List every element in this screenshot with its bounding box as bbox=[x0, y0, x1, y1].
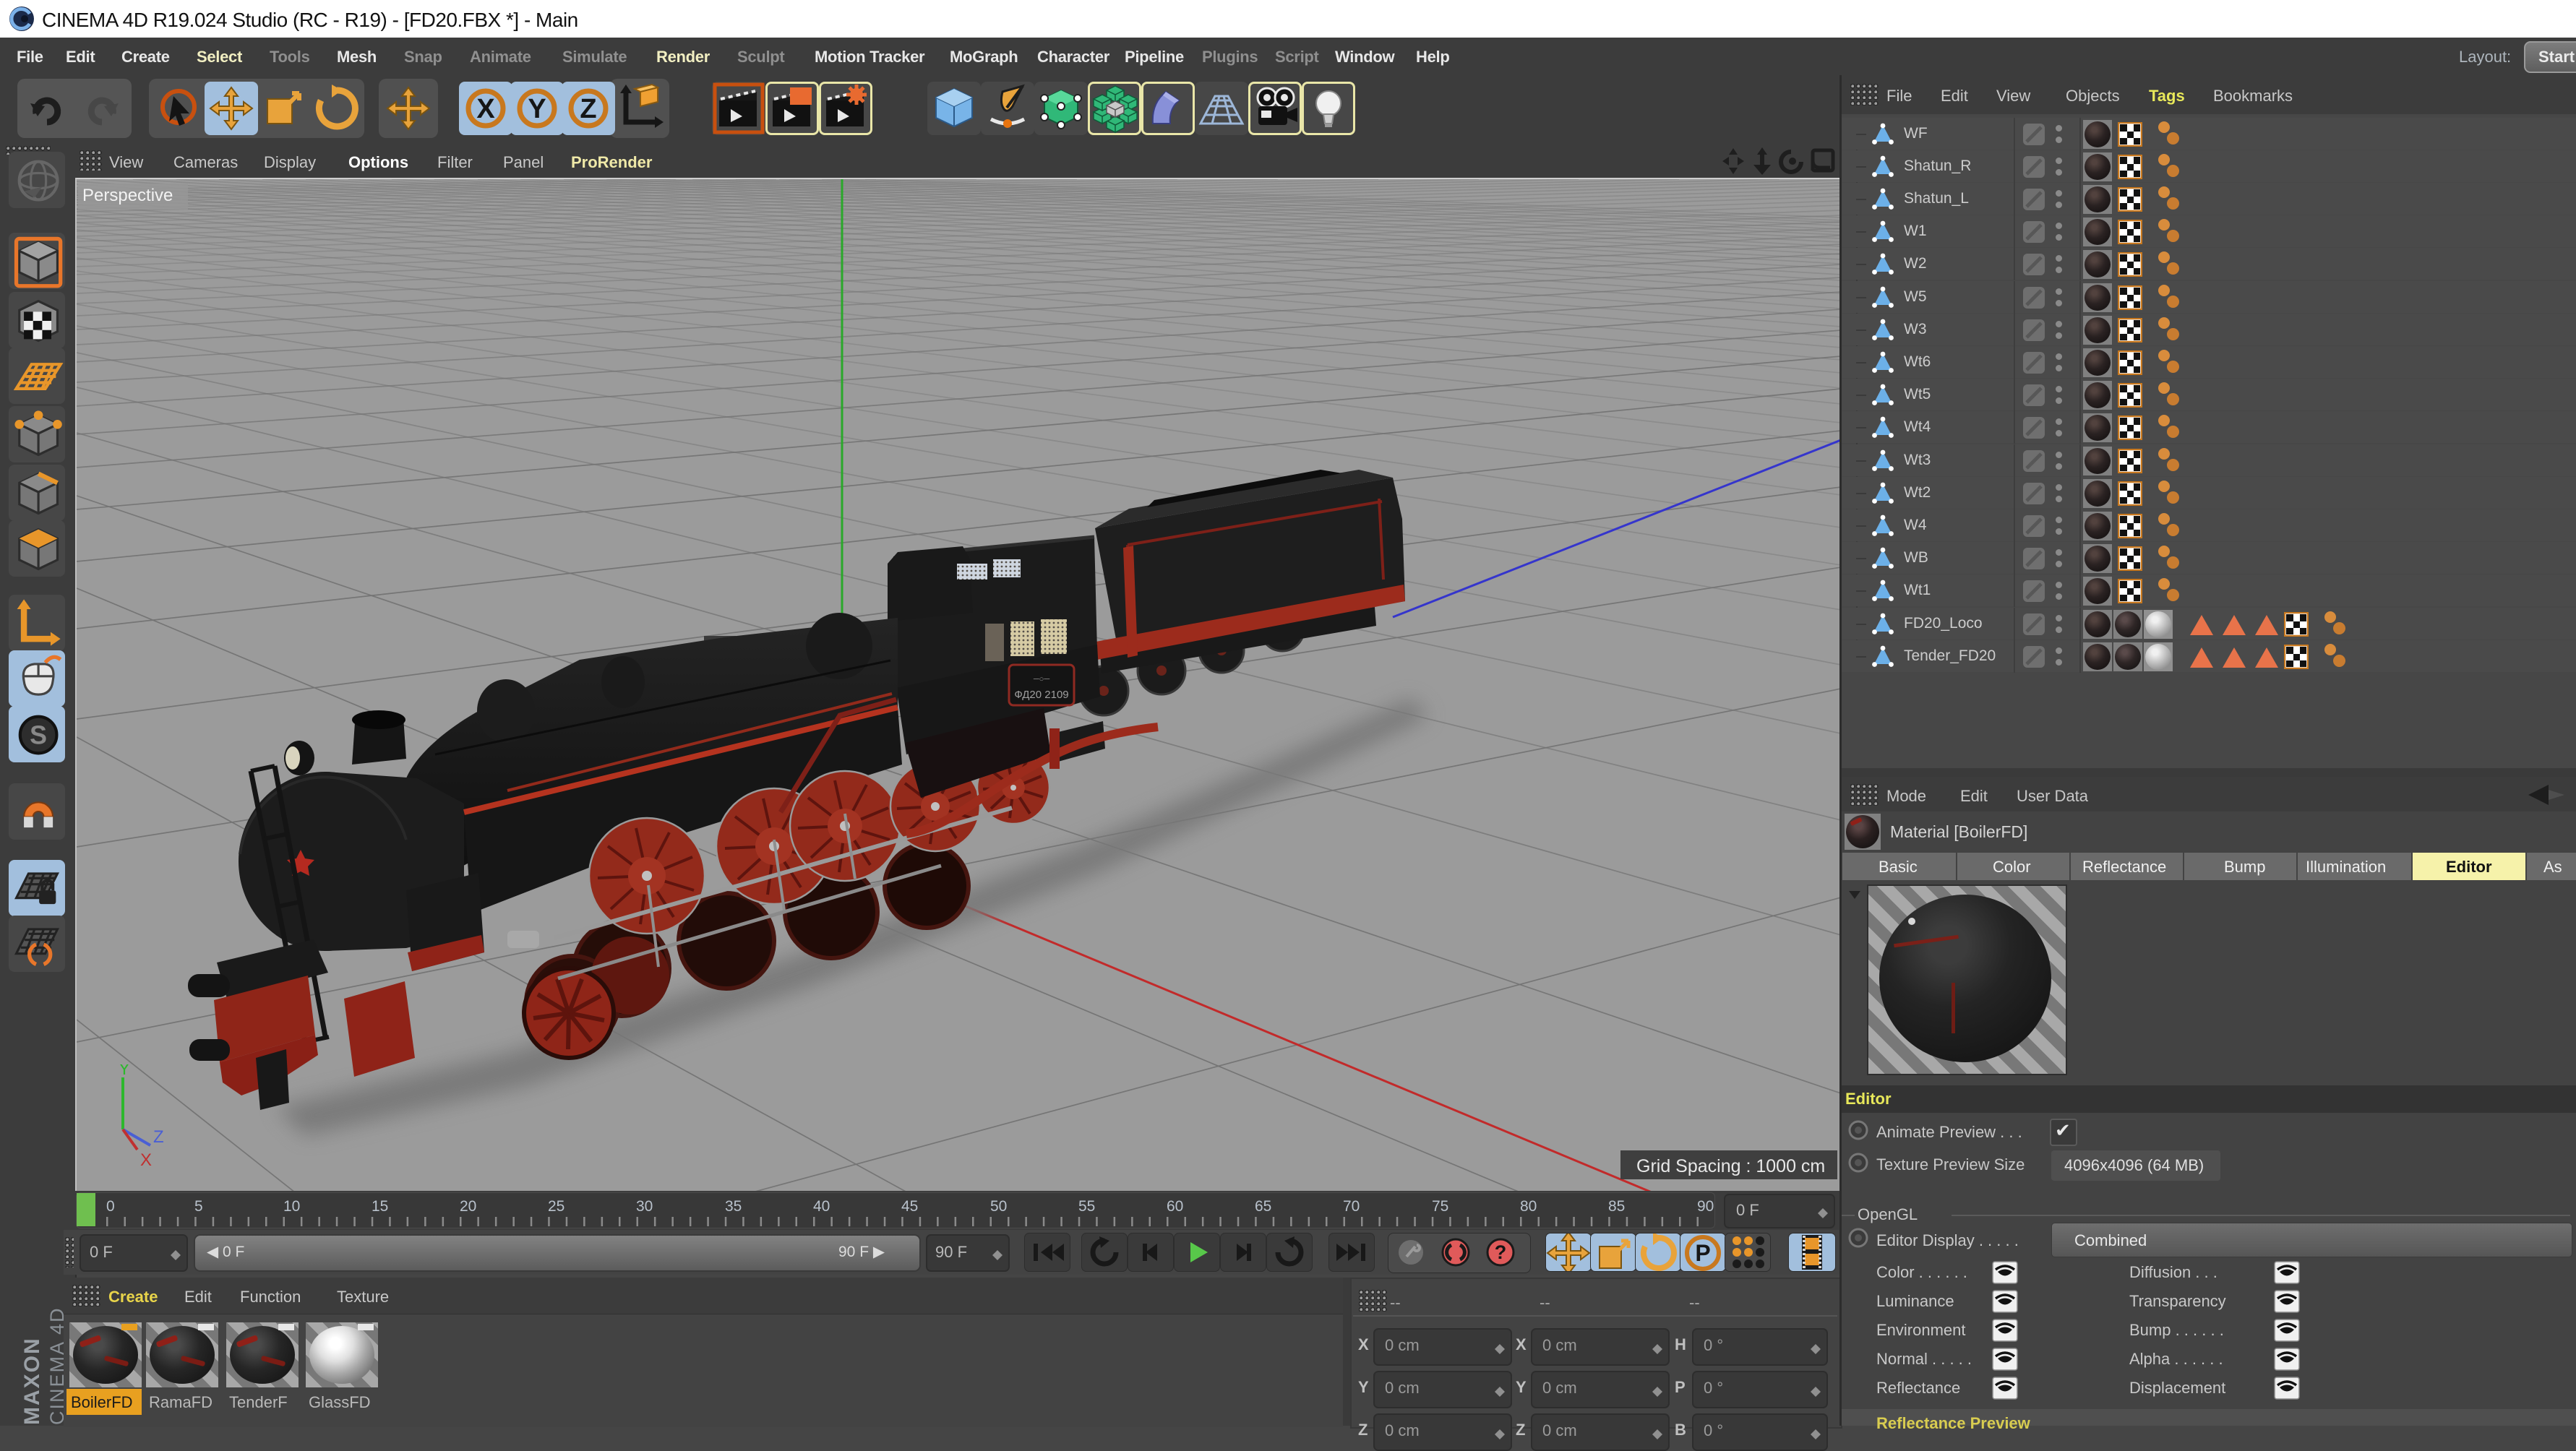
svg-text:Z: Z bbox=[153, 1127, 164, 1147]
svg-text:P: P bbox=[1695, 1240, 1710, 1266]
svg-text:65: 65 bbox=[1255, 1198, 1271, 1215]
svg-text:50: 50 bbox=[990, 1198, 1007, 1215]
svg-text:90: 90 bbox=[1697, 1198, 1714, 1215]
svg-text:70: 70 bbox=[1343, 1198, 1360, 1215]
svg-text:30: 30 bbox=[636, 1198, 653, 1215]
svg-text:10: 10 bbox=[283, 1198, 300, 1215]
svg-text:40: 40 bbox=[813, 1198, 830, 1215]
svg-text:35: 35 bbox=[725, 1198, 742, 1215]
svg-text:25: 25 bbox=[548, 1198, 564, 1215]
svg-text:?: ? bbox=[1495, 1241, 1507, 1263]
svg-text:Y: Y bbox=[119, 1064, 130, 1079]
svg-text:60: 60 bbox=[1167, 1198, 1183, 1215]
svg-text:X: X bbox=[140, 1150, 152, 1170]
svg-text:─○─: ─○─ bbox=[1033, 675, 1049, 684]
svg-text:55: 55 bbox=[1078, 1198, 1095, 1215]
svg-text:45: 45 bbox=[901, 1198, 918, 1215]
svg-text:ФД20 2109: ФД20 2109 bbox=[1014, 689, 1068, 701]
svg-text:0: 0 bbox=[106, 1198, 115, 1215]
svg-text:20: 20 bbox=[460, 1198, 476, 1215]
svg-text:75: 75 bbox=[1432, 1198, 1448, 1215]
svg-text:X: X bbox=[476, 94, 495, 124]
svg-text:Z: Z bbox=[580, 94, 596, 124]
svg-text:S: S bbox=[30, 721, 47, 750]
svg-text:85: 85 bbox=[1608, 1198, 1625, 1215]
svg-text:Y: Y bbox=[528, 94, 546, 124]
svg-text:5: 5 bbox=[194, 1198, 203, 1215]
svg-text:80: 80 bbox=[1520, 1198, 1537, 1215]
svg-text:15: 15 bbox=[372, 1198, 388, 1215]
